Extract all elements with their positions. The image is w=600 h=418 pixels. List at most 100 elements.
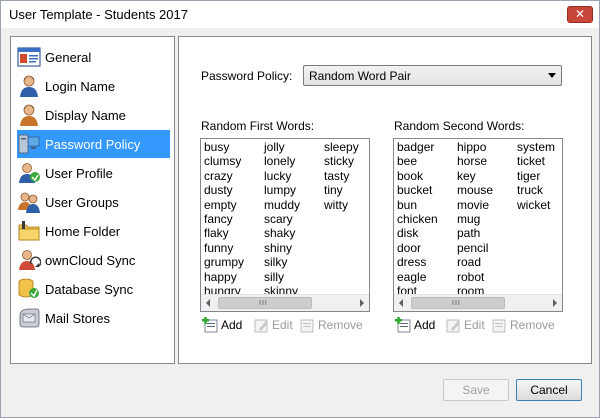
remove-label: Remove xyxy=(510,318,555,332)
list-item[interactable]: lumpy xyxy=(264,183,300,197)
nav-item-user-groups[interactable]: User Groups xyxy=(17,188,170,216)
list-item[interactable]: door xyxy=(397,241,438,255)
list-item[interactable]: book xyxy=(397,169,438,183)
list-item[interactable]: pencil xyxy=(457,241,493,255)
edit-item-icon xyxy=(254,319,268,333)
add-item-icon xyxy=(202,317,218,333)
list-item[interactable]: truck xyxy=(517,183,555,197)
edit-label: Edit xyxy=(464,318,485,332)
remove-item-icon xyxy=(300,319,314,333)
window-title: User Template - Students 2017 xyxy=(9,7,188,22)
list-item[interactable]: eagle xyxy=(397,270,438,284)
list-item[interactable]: tasty xyxy=(324,169,359,183)
edit-item-icon xyxy=(446,319,460,333)
list-item[interactable]: witty xyxy=(324,198,359,212)
list-item[interactable]: lonely xyxy=(264,154,300,168)
list-item[interactable]: tiny xyxy=(324,183,359,197)
list-item[interactable]: road xyxy=(457,255,493,269)
nav-item-database-sync[interactable]: Database Sync xyxy=(17,275,170,303)
list-item[interactable]: sleepy xyxy=(324,140,359,154)
scroll-right-icon[interactable] xyxy=(553,299,557,307)
first-remove-button[interactable]: Remove xyxy=(299,317,363,333)
scroll-thumb[interactable]: III xyxy=(411,297,505,309)
list-item[interactable]: silky xyxy=(264,255,300,269)
list-item[interactable]: dress xyxy=(397,255,438,269)
list-item[interactable]: bucket xyxy=(397,183,438,197)
scroll-left-icon[interactable] xyxy=(206,299,210,307)
list-item[interactable]: bee xyxy=(397,154,438,168)
scroll-thumb[interactable]: III xyxy=(218,297,312,309)
first-add-button[interactable]: Add xyxy=(202,317,242,333)
home-folder-icon xyxy=(18,221,40,241)
edit-label: Edit xyxy=(272,318,293,332)
list-item[interactable]: robot xyxy=(457,270,493,284)
mail-stores-icon xyxy=(19,308,40,328)
list-item[interactable]: horse xyxy=(457,154,493,168)
list-item[interactable]: mug xyxy=(457,212,493,226)
list-item[interactable]: hippo xyxy=(457,140,493,154)
list-item[interactable]: ticket xyxy=(517,154,555,168)
list-item[interactable]: movie xyxy=(457,198,493,212)
nav-label: User Groups xyxy=(45,194,119,210)
list-item[interactable]: happy xyxy=(204,270,244,284)
list-item[interactable]: key xyxy=(457,169,493,183)
list-item[interactable]: scary xyxy=(264,212,300,226)
first-words-list[interactable]: busy clumsy crazy dusty empty fancy flak… xyxy=(200,138,370,312)
list-item[interactable]: mouse xyxy=(457,183,493,197)
second-remove-button[interactable]: Remove xyxy=(491,317,555,333)
list-item[interactable]: grumpy xyxy=(204,255,244,269)
second-add-button[interactable]: Add xyxy=(395,317,435,333)
first-words-scrollbar[interactable]: III xyxy=(201,294,369,311)
list-item[interactable]: funny xyxy=(204,241,244,255)
list-item[interactable]: bun xyxy=(397,198,438,212)
second-words-scrollbar[interactable]: III xyxy=(394,294,562,311)
password-policy-select[interactable]: Random Word Pair xyxy=(303,65,562,86)
second-words-list[interactable]: badger bee book bucket bun chicken disk … xyxy=(393,138,563,312)
list-item[interactable]: empty xyxy=(204,198,244,212)
list-item[interactable]: tiger xyxy=(517,169,555,183)
list-item[interactable]: crazy xyxy=(204,169,244,183)
list-item[interactable]: flaky xyxy=(204,226,244,240)
nav-item-user-profile[interactable]: User Profile xyxy=(17,159,170,187)
close-button[interactable]: ✕ xyxy=(567,6,593,23)
save-button[interactable]: Save xyxy=(443,379,509,401)
nav-item-home-folder[interactable]: Home Folder xyxy=(17,217,170,245)
add-label: Add xyxy=(414,318,436,332)
list-item[interactable]: shaky xyxy=(264,226,300,240)
list-item[interactable]: path xyxy=(457,226,493,240)
second-edit-button[interactable]: Edit xyxy=(445,317,485,333)
list-item[interactable]: wicket xyxy=(517,198,555,212)
nav-item-mail-stores[interactable]: Mail Stores xyxy=(17,304,170,332)
general-card-icon xyxy=(17,47,41,67)
nav-item-login-name[interactable]: Login Name xyxy=(17,72,170,100)
first-edit-button[interactable]: Edit xyxy=(253,317,293,333)
list-item[interactable]: busy xyxy=(204,140,244,154)
second-words-column-2: hippo horse key mouse movie mug path pen… xyxy=(457,140,493,298)
list-item[interactable]: fancy xyxy=(204,212,244,226)
list-item[interactable]: clumsy xyxy=(204,154,244,168)
list-item[interactable]: disk xyxy=(397,226,438,240)
nav-item-general[interactable]: General xyxy=(17,43,170,71)
list-item[interactable]: shiny xyxy=(264,241,300,255)
nav-item-owncloud-sync[interactable]: ownCloud Sync xyxy=(17,246,170,274)
list-item[interactable]: muddy xyxy=(264,198,300,212)
chevron-down-icon xyxy=(548,73,556,78)
list-item[interactable]: dusty xyxy=(204,183,244,197)
first-words-column-3: sleepy sticky tasty tiny witty xyxy=(324,140,359,212)
nav-item-display-name[interactable]: Display Name xyxy=(17,101,170,129)
scroll-right-icon[interactable] xyxy=(360,299,364,307)
list-item[interactable]: jolly xyxy=(264,140,300,154)
list-item[interactable]: chicken xyxy=(397,212,438,226)
category-list: General Login Name Display Name Password… xyxy=(10,36,175,364)
add-item-icon xyxy=(395,317,411,333)
list-item[interactable]: silly xyxy=(264,270,300,284)
list-item[interactable]: sticky xyxy=(324,154,359,168)
remove-item-icon xyxy=(492,319,506,333)
list-item[interactable]: system xyxy=(517,140,555,154)
nav-label: Display Name xyxy=(45,107,126,123)
list-item[interactable]: badger xyxy=(397,140,438,154)
scroll-left-icon[interactable] xyxy=(399,299,403,307)
cancel-button[interactable]: Cancel xyxy=(516,379,582,401)
nav-item-password-policy[interactable]: Password Policy xyxy=(17,130,170,158)
list-item[interactable]: lucky xyxy=(264,169,300,183)
